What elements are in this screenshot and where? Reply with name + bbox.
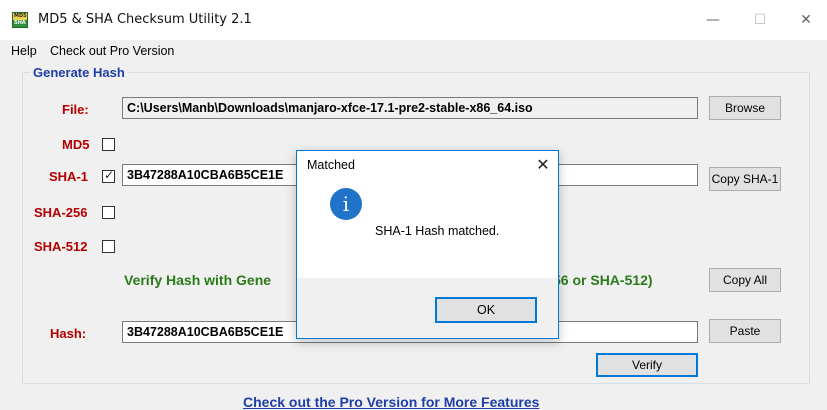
copy-all-button[interactable]: Copy All bbox=[709, 268, 781, 292]
sha1-label: SHA-1 bbox=[49, 169, 89, 184]
info-icon: i bbox=[330, 188, 362, 220]
maximize-button[interactable]: ☐ bbox=[737, 0, 783, 40]
dialog-title: Matched bbox=[307, 158, 355, 172]
file-path-field[interactable]: C:\Users\Manb\Downloads\manjaro-xfce-17.… bbox=[122, 97, 698, 119]
menu-bar: Help Check out Pro Version bbox=[0, 40, 827, 62]
md5-checkbox[interactable] bbox=[102, 138, 115, 151]
sha512-label: SHA-512 bbox=[34, 239, 88, 254]
check-icon: ✓ bbox=[104, 168, 115, 182]
sha256-checkbox[interactable] bbox=[102, 206, 115, 219]
pro-version-link[interactable]: Check out the Pro Version for More Featu… bbox=[243, 394, 539, 410]
menu-help[interactable]: Help bbox=[11, 44, 37, 58]
paste-button[interactable]: Paste bbox=[709, 319, 781, 343]
app-icon-bottom-text: SHA bbox=[14, 20, 26, 26]
ok-button[interactable]: OK bbox=[435, 297, 537, 323]
sha1-checkbox[interactable]: ✓ bbox=[102, 168, 115, 183]
app-icon: MD5 SHA bbox=[12, 12, 28, 28]
window-title: MD5 & SHA Checksum Utility 2.1 bbox=[38, 12, 252, 27]
verify-section-title-end: 56 or SHA-512) bbox=[553, 272, 653, 288]
sha512-checkbox[interactable] bbox=[102, 240, 115, 253]
sha256-label: SHA-256 bbox=[34, 205, 88, 220]
minimize-button[interactable]: — bbox=[690, 0, 736, 40]
browse-button[interactable]: Browse bbox=[709, 96, 781, 120]
hash-label: Hash: bbox=[50, 326, 87, 341]
title-bar: MD5 SHA MD5 & SHA Checksum Utility 2.1 —… bbox=[0, 0, 827, 40]
close-window-button[interactable]: ✕ bbox=[783, 0, 827, 40]
verify-section-title: Verify Hash with Gene bbox=[124, 272, 272, 288]
group-title: Generate Hash bbox=[30, 65, 128, 80]
app-icon-top-text: MD5 bbox=[14, 13, 27, 19]
matched-dialog: Matched ✕ i SHA-1 Hash matched. OK bbox=[296, 150, 559, 339]
file-label: File: bbox=[62, 102, 89, 117]
md5-label: MD5 bbox=[62, 137, 90, 152]
dialog-close-button[interactable]: ✕ bbox=[531, 153, 555, 177]
verify-button[interactable]: Verify bbox=[596, 353, 698, 377]
menu-check-out-pro[interactable]: Check out Pro Version bbox=[50, 44, 174, 58]
copy-sha1-button[interactable]: Copy SHA-1 bbox=[709, 167, 781, 191]
dialog-message: SHA-1 Hash matched. bbox=[375, 224, 500, 238]
